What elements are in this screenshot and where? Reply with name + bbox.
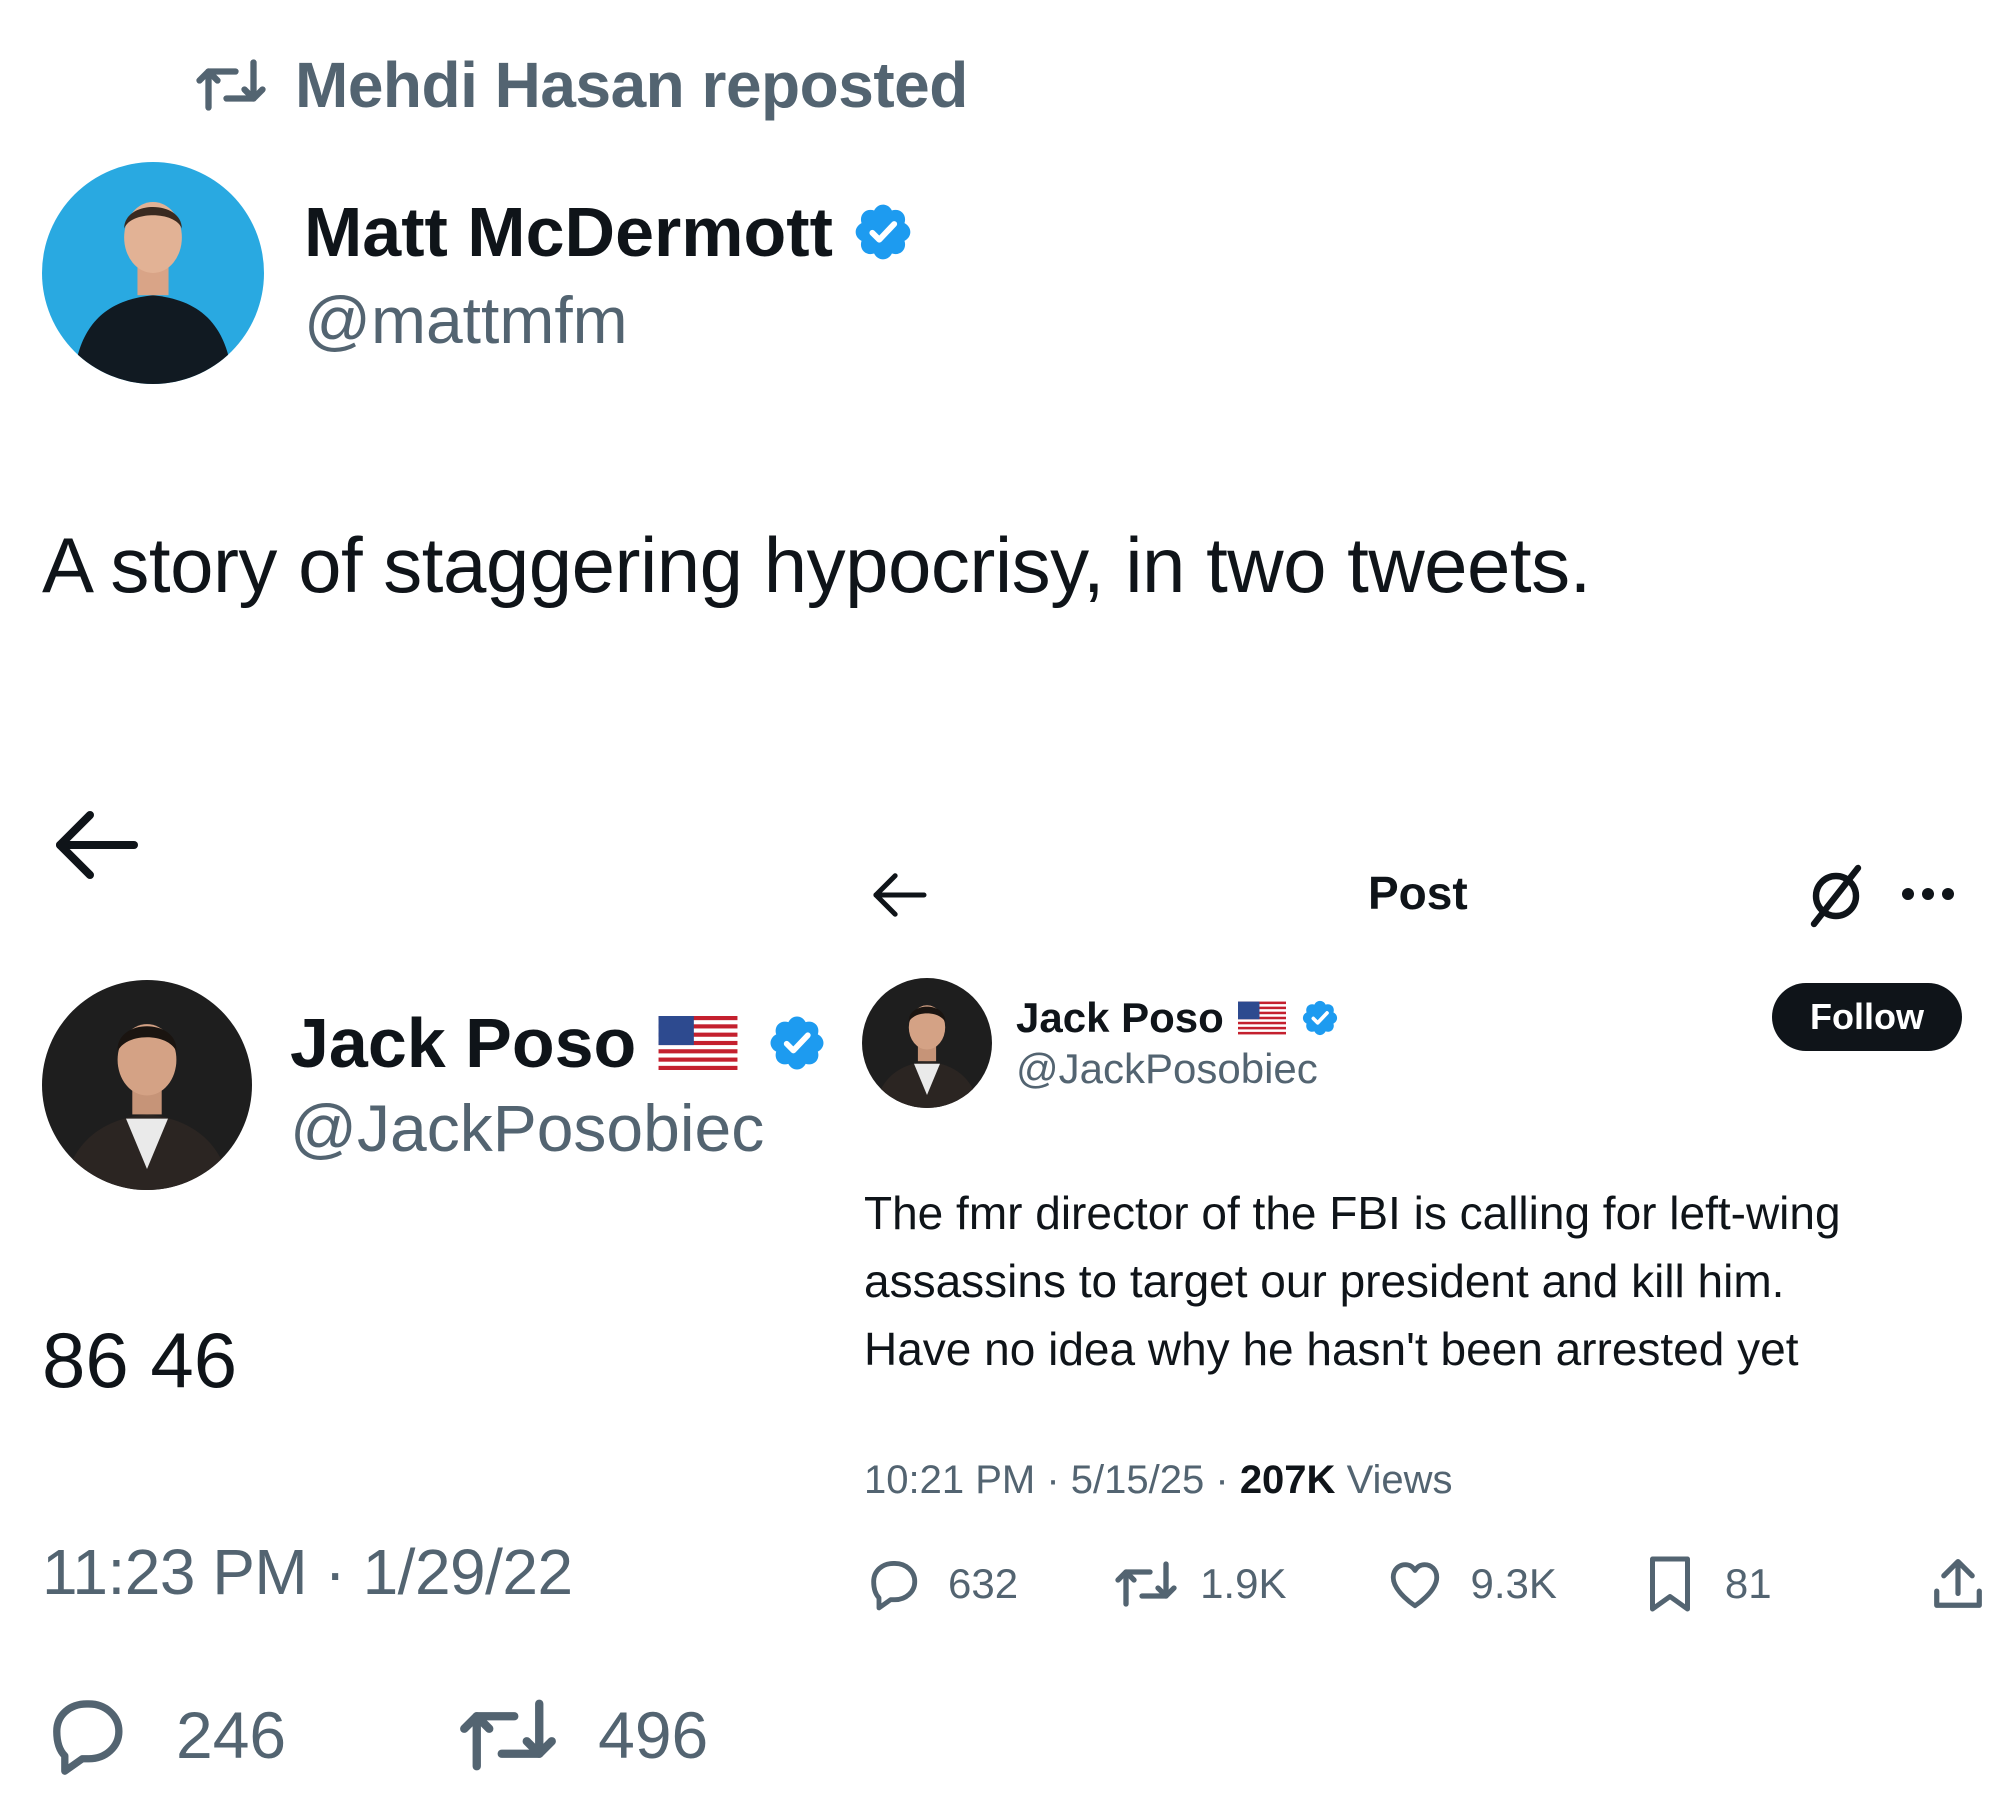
post-text-line-3: Have no idea why he hasn't been arrested… bbox=[864, 1323, 1799, 1375]
right-stats-row: 632 1.9K 9.3K 81 bbox=[864, 1552, 1984, 1616]
repost-header: Mehdi Hasan reposted bbox=[195, 40, 968, 130]
avatar[interactable] bbox=[862, 978, 992, 1108]
author-handle[interactable]: @mattmfm bbox=[304, 282, 628, 358]
us-flag-icon bbox=[1237, 1001, 1286, 1035]
repost-button[interactable]: 496 bbox=[458, 1697, 708, 1773]
heart-icon bbox=[1386, 1557, 1444, 1611]
post-text-line-2: assassins to target our president and ki… bbox=[864, 1255, 1785, 1307]
meta-separator: · bbox=[1046, 1458, 1071, 1502]
post-time[interactable]: 10:21 PM bbox=[864, 1458, 1035, 1502]
back-arrow-icon[interactable] bbox=[870, 870, 928, 920]
views-count: 207K bbox=[1239, 1458, 1336, 1502]
repost-count: 496 bbox=[598, 1698, 709, 1772]
bookmark-count: 81 bbox=[1724, 1560, 1772, 1607]
grok-icon[interactable] bbox=[1804, 862, 1868, 928]
reply-count: 246 bbox=[176, 1698, 287, 1772]
right-author-name-row: Jack Poso bbox=[1016, 990, 1340, 1046]
verified-badge-icon bbox=[851, 200, 915, 264]
share-button[interactable] bbox=[1932, 1555, 1984, 1613]
bookmark-icon bbox=[1645, 1554, 1695, 1614]
left-stats-row: 246 496 bbox=[42, 1690, 708, 1780]
share-icon bbox=[1932, 1555, 1984, 1613]
author-name[interactable]: Jack Poso bbox=[290, 1003, 636, 1083]
header-title: Post bbox=[1368, 867, 1468, 919]
more-dots-icon[interactable] bbox=[1900, 884, 1956, 904]
back-arrow-icon[interactable] bbox=[52, 805, 140, 885]
main-author-name-row: Matt McDermott bbox=[304, 188, 915, 276]
bookmark-button[interactable]: 81 bbox=[1645, 1554, 1772, 1614]
views-label: Views bbox=[1346, 1458, 1453, 1502]
repost-icon bbox=[195, 58, 267, 112]
follow-button[interactable]: Follow bbox=[1772, 983, 1962, 1051]
like-count: 9.3K bbox=[1470, 1560, 1557, 1607]
avatar[interactable] bbox=[42, 980, 252, 1190]
like-button[interactable]: 9.3K bbox=[1386, 1557, 1557, 1611]
reply-icon bbox=[42, 1693, 130, 1777]
reply-button[interactable]: 632 bbox=[864, 1556, 1018, 1612]
repost-label[interactable]: Mehdi Hasan reposted bbox=[295, 48, 968, 122]
post-meta-row: 10:21 PM · 5/15/25 · 207K Views bbox=[864, 1458, 1453, 1503]
post-text-line-1: The fmr director of the FBI is calling f… bbox=[864, 1187, 1841, 1239]
reply-icon bbox=[864, 1556, 922, 1612]
meta-separator: · bbox=[1215, 1458, 1240, 1502]
repost-icon bbox=[1114, 1560, 1178, 1608]
post-timestamp[interactable]: 11:23 PM · 1/29/22 bbox=[42, 1535, 573, 1609]
avatar[interactable] bbox=[42, 162, 264, 384]
repost-icon bbox=[458, 1697, 558, 1773]
repost-button[interactable]: 1.9K bbox=[1114, 1560, 1286, 1608]
reply-button[interactable]: 246 bbox=[42, 1693, 286, 1777]
author-name[interactable]: Matt McDermott bbox=[304, 192, 833, 272]
verified-badge-icon bbox=[1300, 998, 1340, 1038]
author-handle[interactable]: @JackPosobiec bbox=[290, 1090, 764, 1166]
author-handle[interactable]: @JackPosobiec bbox=[1016, 1045, 1318, 1093]
author-name[interactable]: Jack Poso bbox=[1016, 994, 1224, 1042]
left-author-name-row: Jack Poso bbox=[290, 998, 828, 1088]
verified-badge-icon bbox=[766, 1012, 828, 1074]
us-flag-icon bbox=[658, 1016, 738, 1070]
repost-count: 1.9K bbox=[1200, 1560, 1287, 1607]
post-date[interactable]: 5/15/25 bbox=[1071, 1458, 1204, 1502]
post-text: 86 46 bbox=[42, 1316, 238, 1404]
post-text: A story of staggering hypocrisy, in two … bbox=[42, 521, 1591, 609]
reply-count: 632 bbox=[948, 1560, 1019, 1607]
